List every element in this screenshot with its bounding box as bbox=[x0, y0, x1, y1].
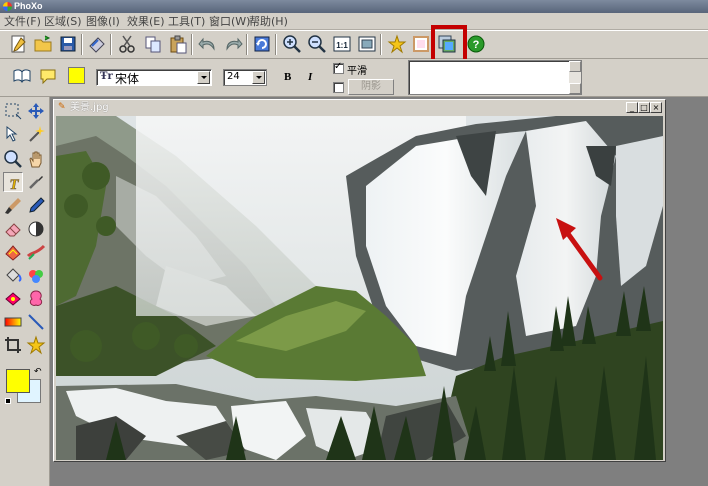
chevron-down-icon[interactable] bbox=[252, 71, 265, 84]
separator bbox=[246, 34, 248, 55]
eraser-icon[interactable] bbox=[3, 219, 23, 239]
actual-size-icon[interactable]: 1:1 bbox=[332, 34, 352, 54]
zoom-in-icon[interactable] bbox=[282, 34, 302, 54]
text-toolbar: Ŧr 宋体 24 B I 平滑 阴影 bbox=[0, 59, 708, 97]
scroll-up-icon[interactable] bbox=[569, 61, 581, 72]
font-name: 宋体 bbox=[115, 72, 140, 86]
separator bbox=[110, 34, 112, 55]
text-tool-icon[interactable]: T bbox=[3, 172, 23, 193]
app-title: PhoXo bbox=[14, 1, 43, 11]
document-title: 美景.jpg bbox=[70, 102, 109, 113]
separator bbox=[81, 34, 83, 55]
separator bbox=[191, 34, 193, 55]
line-icon[interactable] bbox=[26, 312, 46, 332]
brush-icon[interactable] bbox=[3, 196, 23, 216]
clone-icon[interactable] bbox=[26, 289, 46, 309]
document-icon: ✎ bbox=[58, 102, 66, 112]
smooth-checkbox[interactable] bbox=[333, 61, 344, 74]
speech-bubble-icon[interactable] bbox=[38, 66, 58, 86]
color-replace-icon[interactable] bbox=[26, 266, 46, 286]
bold-button[interactable]: B bbox=[284, 71, 291, 83]
separator bbox=[275, 34, 277, 55]
shadow-button[interactable]: 阴影 bbox=[348, 79, 394, 95]
text-input-area[interactable] bbox=[408, 60, 582, 95]
document-titlebar[interactable]: ✎ 美景.jpg _ □ × bbox=[56, 101, 663, 114]
document-window: ✎ 美景.jpg _ □ × bbox=[53, 99, 666, 462]
italic-button[interactable]: I bbox=[308, 71, 312, 83]
foreground-color-swatch[interactable] bbox=[6, 369, 30, 393]
new-file-icon[interactable] bbox=[8, 34, 28, 54]
menu-help[interactable]: 帮助(H) bbox=[249, 15, 288, 28]
menu-window[interactable]: 窗口(W) bbox=[209, 15, 250, 28]
highlight-annotation bbox=[431, 25, 467, 63]
magic-wand-icon[interactable] bbox=[26, 124, 46, 144]
help-icon[interactable]: ? bbox=[466, 34, 486, 54]
menu-image[interactable]: 图像(I) bbox=[86, 15, 120, 28]
zoom-tool-icon[interactable] bbox=[3, 149, 23, 169]
minimize-icon[interactable]: _ bbox=[626, 102, 638, 113]
app-titlebar: PhoXo bbox=[0, 0, 708, 13]
gradient-icon[interactable] bbox=[3, 312, 23, 332]
undo-icon[interactable] bbox=[198, 34, 218, 54]
close-icon[interactable]: × bbox=[650, 102, 662, 113]
fill-bucket-icon[interactable] bbox=[3, 266, 23, 286]
scan-icon[interactable] bbox=[87, 34, 107, 54]
crop-icon[interactable] bbox=[3, 335, 23, 355]
text-book-icon[interactable] bbox=[12, 66, 32, 86]
smooth-label: 平滑 bbox=[347, 66, 367, 77]
star-icon[interactable] bbox=[387, 34, 407, 54]
smudge-icon[interactable] bbox=[26, 242, 46, 262]
save-icon[interactable] bbox=[58, 34, 78, 54]
shadow-checkbox[interactable] bbox=[333, 82, 344, 93]
swap-colors-icon[interactable]: ↶ bbox=[34, 367, 42, 377]
hand-icon[interactable] bbox=[26, 149, 46, 169]
fit-window-icon[interactable] bbox=[357, 34, 377, 54]
move-icon[interactable] bbox=[26, 101, 46, 121]
image-canvas[interactable] bbox=[56, 116, 663, 460]
text-color-swatch[interactable] bbox=[68, 67, 85, 84]
eyedropper-icon[interactable] bbox=[26, 172, 46, 192]
menu-effects[interactable]: 效果(E) bbox=[127, 15, 165, 28]
svg-text:?: ? bbox=[473, 39, 480, 51]
menu-region[interactable]: 区域(S) bbox=[44, 15, 82, 28]
menu-file[interactable]: 文件(F) bbox=[4, 15, 41, 28]
separator bbox=[380, 34, 382, 55]
font-select[interactable]: Ŧr 宋体 bbox=[96, 69, 212, 86]
redo-icon[interactable] bbox=[223, 34, 243, 54]
red-eye-icon[interactable] bbox=[3, 289, 23, 309]
cut-icon[interactable] bbox=[117, 34, 137, 54]
paste-icon[interactable] bbox=[168, 34, 188, 54]
scrollbar[interactable] bbox=[569, 61, 581, 94]
reset-colors-icon[interactable] bbox=[5, 398, 11, 404]
contrast-icon[interactable] bbox=[26, 219, 46, 239]
app-logo-icon bbox=[3, 2, 12, 11]
svg-text:1:1: 1:1 bbox=[336, 41, 348, 50]
rect-select-icon[interactable] bbox=[3, 101, 23, 121]
stamp-icon[interactable] bbox=[3, 242, 23, 262]
scroll-down-icon[interactable] bbox=[569, 83, 581, 94]
main-toolbar: 1:1 ? bbox=[0, 30, 708, 59]
open-folder-icon[interactable] bbox=[33, 34, 53, 54]
menu-bar: 文件(F) 区域(S) 图像(I) 效果(E) 工具(T) 窗口(W) 帮助(H… bbox=[0, 13, 708, 30]
truetype-icon: Ŧr bbox=[100, 71, 113, 82]
zoom-out-icon[interactable] bbox=[307, 34, 327, 54]
toolbox: T ↶ bbox=[0, 97, 50, 486]
refresh-icon[interactable] bbox=[252, 34, 272, 54]
chevron-down-icon[interactable] bbox=[197, 71, 210, 84]
font-size-select[interactable]: 24 bbox=[223, 69, 267, 86]
menu-tools[interactable]: 工具(T) bbox=[168, 15, 205, 28]
shape-star-icon[interactable] bbox=[26, 335, 46, 355]
copy-icon[interactable] bbox=[143, 34, 163, 54]
svg-text:T: T bbox=[9, 177, 19, 193]
maximize-icon[interactable]: □ bbox=[638, 102, 650, 113]
frame-icon[interactable] bbox=[411, 34, 431, 54]
font-size-value: 24 bbox=[227, 71, 240, 82]
pen-icon[interactable] bbox=[26, 196, 46, 216]
waterfall-photo bbox=[56, 116, 663, 460]
lasso-select-icon[interactable] bbox=[3, 124, 23, 144]
